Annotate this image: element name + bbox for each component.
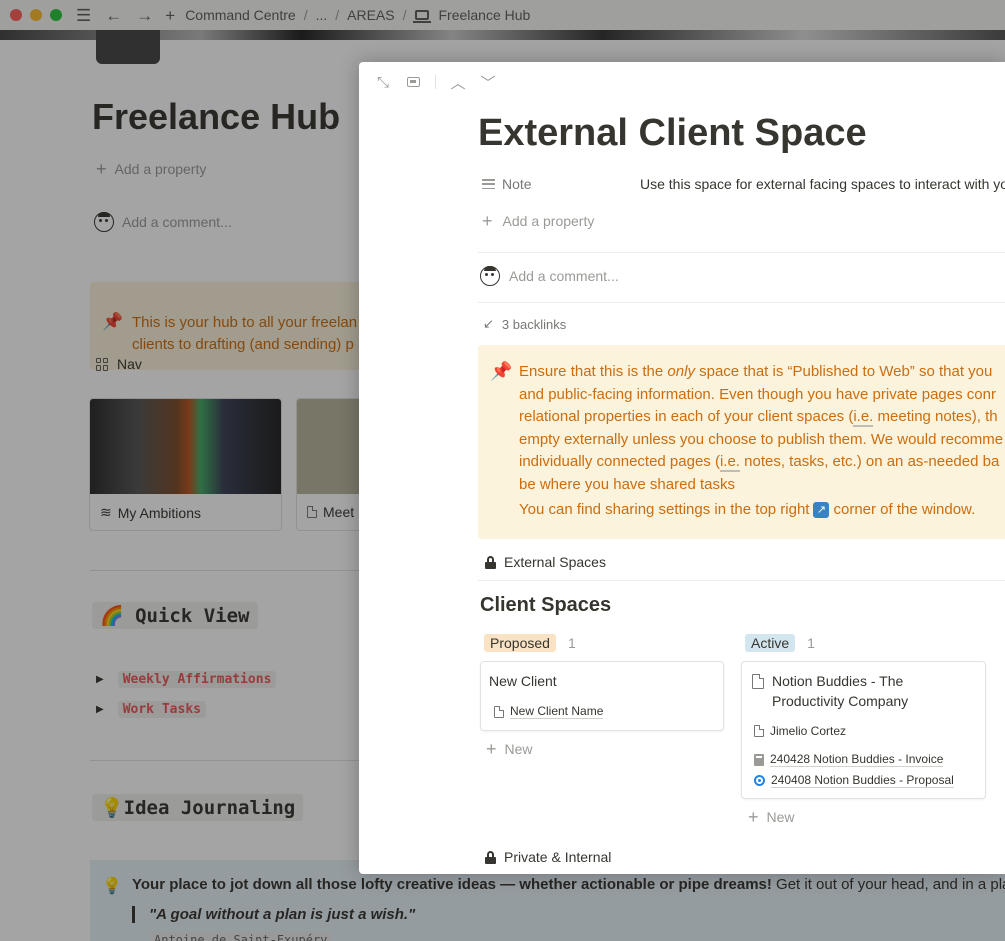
card-title: New Client [489, 673, 557, 689]
callout-segment: You can find sharing settings in the top… [519, 501, 810, 518]
callout-line: relational properties in each of your cl… [519, 406, 1003, 429]
relation-link[interactable]: 240408 Notion Buddies - Proposal [771, 773, 954, 788]
card-person-row: Jimelio Cortez [754, 724, 846, 738]
callout-line: individually connected pages (i.e. notes… [519, 451, 1003, 474]
peek-mode-button[interactable] [403, 74, 423, 90]
callout-emphasis: only [667, 363, 695, 380]
card-title-block: Notion Buddies - The Productivity Compan… [752, 671, 908, 711]
new-card-button-proposed[interactable]: + New [486, 740, 533, 758]
callout-segment: relational properties in each of your cl… [519, 408, 854, 426]
add-comment-field[interactable]: Add a comment... [480, 266, 619, 286]
callout-line: and public-facing information. Even thou… [519, 385, 996, 403]
add-comment-placeholder: Add a comment... [509, 268, 619, 284]
lock-icon [485, 555, 496, 569]
peek-modal: ⤡ ︿ ﹀ External Client Space Note Use thi… [359, 62, 1005, 874]
client-spaces-heading[interactable]: Client Spaces [480, 594, 611, 617]
new-label: New [766, 809, 795, 825]
callout-segment: notes, tasks, etc.) on an as-needed ba [739, 453, 1000, 471]
divider [478, 580, 1005, 581]
divider [478, 252, 1005, 253]
note-property-value[interactable]: Use this space for external facing space… [640, 176, 1005, 192]
card-relation-row: 240428 Notion Buddies - Invoice [754, 752, 944, 767]
status-badge: Proposed [484, 634, 556, 652]
relation-link[interactable]: 240428 Notion Buddies - Invoice [770, 752, 944, 767]
page-title[interactable]: External Client Space [478, 112, 867, 155]
note-property-row: Note Use this space for external facing … [482, 176, 1005, 192]
callout-text: Ensure that this is the only space that … [519, 361, 1003, 497]
chevron-down-icon[interactable]: ﹀ [478, 74, 498, 92]
expand-icon[interactable]: ⤡ [373, 74, 393, 91]
backlinks-label: 3 backlinks [501, 316, 567, 332]
chevron-up-icon[interactable]: ︿ [448, 74, 468, 92]
column-count: 1 [807, 635, 815, 651]
section-label: External Spaces [504, 554, 606, 570]
add-property-button[interactable]: + Add a property [482, 212, 594, 230]
private-internal-section[interactable]: Private & Internal [485, 849, 611, 865]
divider [478, 302, 1005, 303]
card-title: Notion Buddies - The Productivity Compan… [772, 671, 908, 711]
new-card-button-active[interactable]: + New [748, 808, 795, 826]
callout-line-sharing: You can find sharing settings in the top… [519, 501, 975, 518]
avatar [480, 266, 500, 286]
peek-mode-icon [406, 77, 420, 87]
document-icon [494, 705, 504, 718]
board-column-header-active[interactable]: Active 1 [745, 634, 815, 652]
status-badge: Active [745, 634, 796, 652]
pushpin-icon: 📌 [490, 361, 513, 381]
callout-line: Ensure that this is the only space that … [519, 361, 1003, 384]
share-arrow-icon: ↗ [813, 501, 830, 518]
lock-icon [485, 850, 496, 864]
callout-underlined: i.e. [719, 453, 740, 473]
callout-segment: individually connected pages ( [519, 453, 720, 471]
callout-segment: Ensure that this is the [519, 363, 668, 380]
plus-icon: + [748, 807, 759, 827]
section-label: Private & Internal [504, 849, 612, 865]
callout-underlined: i.e. [853, 408, 874, 428]
spiral-icon [754, 775, 765, 786]
board-card-new-client[interactable]: New Client New Client Name [480, 661, 724, 731]
external-spaces-section[interactable]: External Spaces [485, 554, 606, 570]
callout-segment: meeting notes), th [873, 408, 998, 426]
modal-toolbar: ⤡ ︿ ﹀ [373, 74, 498, 92]
board-card-notion-buddies[interactable]: Notion Buddies - The Productivity Compan… [741, 661, 986, 799]
document-icon [754, 725, 764, 737]
new-label: New [504, 741, 533, 757]
card-relation-row: New Client Name [494, 704, 604, 719]
note-property-label[interactable]: Note [502, 176, 640, 192]
card-title-line: Notion Buddies - The [772, 673, 904, 689]
person-name[interactable]: Jimelio Cortez [770, 724, 846, 738]
publish-warning-callout: 📌 Ensure that this is the only space tha… [478, 345, 1005, 539]
document-icon [752, 674, 764, 689]
add-property-label: Add a property [502, 213, 595, 229]
callout-segment: space that is “Published to Web” so that… [694, 363, 993, 380]
callout-segment: corner of the window. [833, 501, 976, 518]
column-count: 1 [567, 635, 576, 651]
plus-icon: + [486, 739, 497, 759]
invoice-icon [754, 753, 764, 766]
text-lines-icon [482, 179, 495, 189]
toolbar-separator [435, 75, 436, 89]
plus-icon: + [482, 211, 493, 231]
relation-link[interactable]: New Client Name [510, 704, 604, 719]
board-column-header-proposed[interactable]: Proposed 1 [484, 634, 576, 652]
callout-line: empty externally unless you choose to pu… [519, 430, 1004, 448]
backlinks-button[interactable]: ↙ 3 backlinks [483, 316, 566, 332]
card-title-line: Productivity Company [772, 693, 909, 709]
card-relation-row: 240408 Notion Buddies - Proposal [754, 773, 954, 788]
backlink-arrow-icon: ↙ [483, 316, 494, 331]
callout-line: be where you have shared tasks [519, 475, 735, 493]
